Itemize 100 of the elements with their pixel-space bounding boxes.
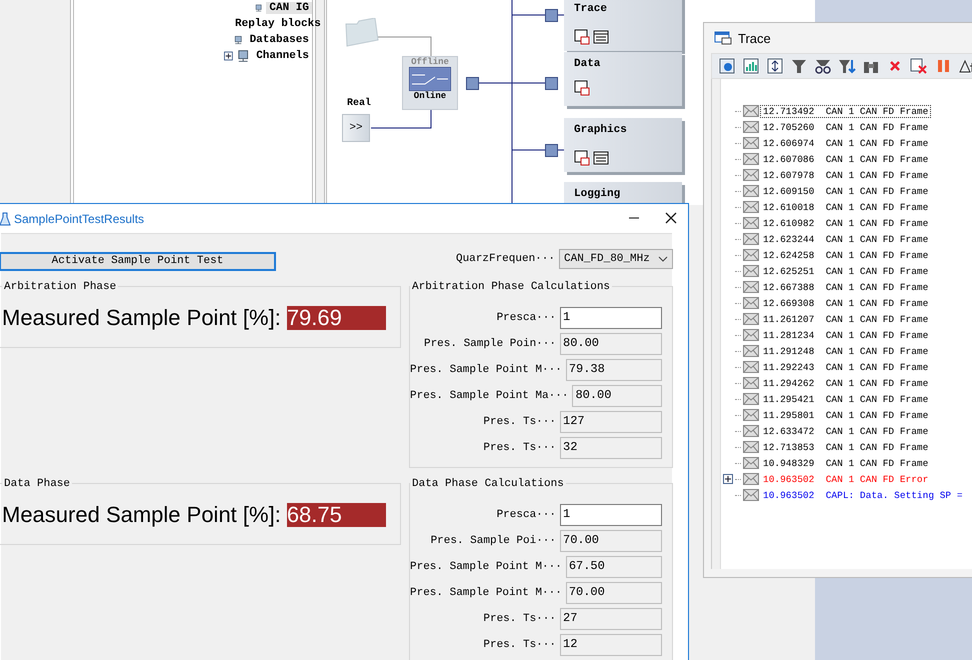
tree-item[interactable]: Databases: [246, 34, 312, 46]
input-field[interactable]: 80.00: [560, 332, 662, 354]
port-icon: [466, 77, 479, 90]
input-field[interactable]: 70.00: [560, 530, 662, 552]
tree-node-icon: [236, 49, 250, 63]
source-button[interactable]: >>: [342, 114, 370, 142]
field-label: Presca···: [496, 312, 556, 324]
tree-item[interactable]: Replay blocks: [232, 18, 324, 30]
trace-row[interactable]: 12.610018 CAN 1 CAN FD Frame: [761, 202, 930, 212]
trace-row[interactable]: 11.261207 CAN 1 CAN FD Frame: [761, 314, 930, 324]
input-field[interactable]: 32: [560, 436, 662, 458]
trace-row[interactable]: 12.669308 CAN 1 CAN FD Frame: [761, 298, 930, 308]
expand-icon[interactable]: [224, 51, 233, 61]
envelope-icon: [743, 185, 759, 197]
trace-row[interactable]: 12.607086 CAN 1 CAN FD Frame: [761, 154, 930, 164]
field-label: Pres. Ts···: [483, 638, 556, 650]
trace-row[interactable]: 10.948329 CAN 1 CAN FD Frame: [761, 458, 930, 468]
diagram-block[interactable]: Graphics: [564, 118, 682, 172]
field-label: Presca···: [496, 508, 556, 520]
envelope-icon: [743, 217, 759, 229]
envelope-icon: [743, 457, 759, 469]
quarz-frequency-dropdown[interactable]: CAN_FD_80_MHz: [559, 249, 673, 270]
tree-item[interactable]: CAN IG: [266, 2, 312, 14]
diagram-block[interactable]: Trace: [564, 0, 682, 51]
field-label: Pres. Ts···: [483, 442, 556, 454]
envelope-icon: [743, 409, 759, 421]
envelope-icon: [743, 121, 759, 133]
envelope-icon: [743, 249, 759, 261]
input-field[interactable]: 80.00: [572, 384, 662, 406]
trace-row[interactable]: 12.713853 CAN 1 CAN FD Frame: [761, 442, 930, 452]
input-field[interactable]: 70.00: [566, 582, 662, 604]
field-label: Pres. Ts···: [483, 612, 556, 624]
envelope-icon: [743, 441, 759, 453]
envelope-icon: [743, 345, 759, 357]
bar-chart-icon[interactable]: [742, 57, 760, 75]
connector-line: [370, 110, 432, 128]
field-label: Pres. Sample Point M···: [410, 364, 562, 376]
envelope-icon: [743, 425, 759, 437]
expand-icon[interactable]: [723, 474, 733, 484]
input-field[interactable]: 79.38: [566, 358, 662, 380]
envelope-icon: [743, 473, 759, 485]
measured-label: Measured Sample Point [%]:: [2, 502, 281, 528]
tree-item[interactable]: Channels: [253, 50, 312, 62]
envelope-icon: [743, 265, 759, 277]
envelope-icon: [743, 329, 759, 341]
trace-row[interactable]: 12.610982 CAN 1 CAN FD Frame: [761, 218, 930, 228]
field-label: Pres. Sample Poi···: [430, 534, 556, 546]
port-icon: [545, 9, 558, 22]
window-icon: [714, 31, 732, 45]
glasses-icon[interactable]: [814, 57, 832, 75]
offline-online-switch[interactable]: Offline Online: [402, 56, 458, 110]
input-field[interactable]: 27: [560, 608, 662, 630]
window-title: Trace: [738, 30, 771, 46]
trace-row[interactable]: 11.292243 CAN 1 CAN FD Frame: [761, 362, 930, 372]
table-icon: [593, 150, 609, 166]
trace-row[interactable]: 12.633472 CAN 1 CAN FD Frame: [761, 426, 930, 436]
close-icon: [665, 212, 677, 224]
envelope-icon: [743, 105, 759, 117]
folder-icon: [345, 18, 379, 48]
trace-row[interactable]: 11.281234 CAN 1 CAN FD Frame: [761, 330, 930, 340]
envelope-icon: [743, 153, 759, 165]
trace-row[interactable]: 12.623244 CAN 1 CAN FD Frame: [761, 234, 930, 244]
field-label: Pres. Sample Poin···: [424, 338, 556, 350]
field-label: QuarzFrequen···: [456, 253, 555, 266]
input-field[interactable]: 12: [560, 634, 662, 656]
trace-row[interactable]: 12.624258 CAN 1 CAN FD Frame: [761, 250, 930, 260]
window-icon: [574, 150, 590, 166]
trace-row[interactable]: 11.291248 CAN 1 CAN FD Frame: [761, 346, 930, 356]
trace-row[interactable]: 12.606974 CAN 1 CAN FD Frame: [761, 138, 930, 148]
trace-row[interactable]: 11.295421 CAN 1 CAN FD Frame: [761, 394, 930, 404]
input-field[interactable]: 127: [560, 410, 662, 432]
clear-list-icon[interactable]: [910, 57, 928, 75]
input-field[interactable]: 1: [560, 306, 662, 328]
sort-filter-icon[interactable]: [838, 57, 856, 75]
trace-row[interactable]: 12.667388 CAN 1 CAN FD Frame: [761, 282, 930, 292]
trace-row[interactable]: 11.295801 CAN 1 CAN FD Frame: [761, 410, 930, 420]
envelope-icon: [743, 361, 759, 373]
trace-row[interactable]: 12.625251 CAN 1 CAN FD Frame: [761, 266, 930, 276]
envelope-icon: [743, 489, 759, 501]
trace-row[interactable]: 12.607978 CAN 1 CAN FD Frame: [761, 170, 930, 180]
scroll-icon[interactable]: [766, 57, 784, 75]
trace-row[interactable]: 12.713492 CAN 1 CAN FD Frame: [761, 106, 930, 116]
chevron-icon: [658, 256, 668, 262]
tree-node-icon: [234, 33, 243, 47]
measured-label: Measured Sample Point [%]:: [2, 304, 281, 330]
trace-row[interactable]: 10.963502 CAPL: Data. Setting SP =: [761, 490, 965, 500]
activate-test-button[interactable]: Activate Sample Point Test: [0, 252, 276, 270]
trace-row[interactable]: 10.963502 CAN 1 CAN FD Error: [761, 474, 930, 484]
input-field[interactable]: 67.50: [566, 556, 662, 578]
input-field[interactable]: 1: [560, 504, 662, 526]
funnel-icon[interactable]: [790, 57, 808, 75]
diagram-block[interactable]: Data: [564, 52, 682, 106]
trace-row[interactable]: 12.705260 CAN 1 CAN FD Frame: [761, 122, 930, 132]
envelope-icon: [743, 233, 759, 245]
envelope-icon: [743, 281, 759, 293]
group-title: Arbitration Phase: [3, 280, 118, 292]
window-title: SamplePointTestResults: [14, 212, 144, 226]
trace-row[interactable]: 11.294262 CAN 1 CAN FD Frame: [761, 378, 930, 388]
field-label: Pres. Sample Point Ma···: [410, 390, 568, 402]
trace-row[interactable]: 12.609150 CAN 1 CAN FD Frame: [761, 186, 930, 196]
